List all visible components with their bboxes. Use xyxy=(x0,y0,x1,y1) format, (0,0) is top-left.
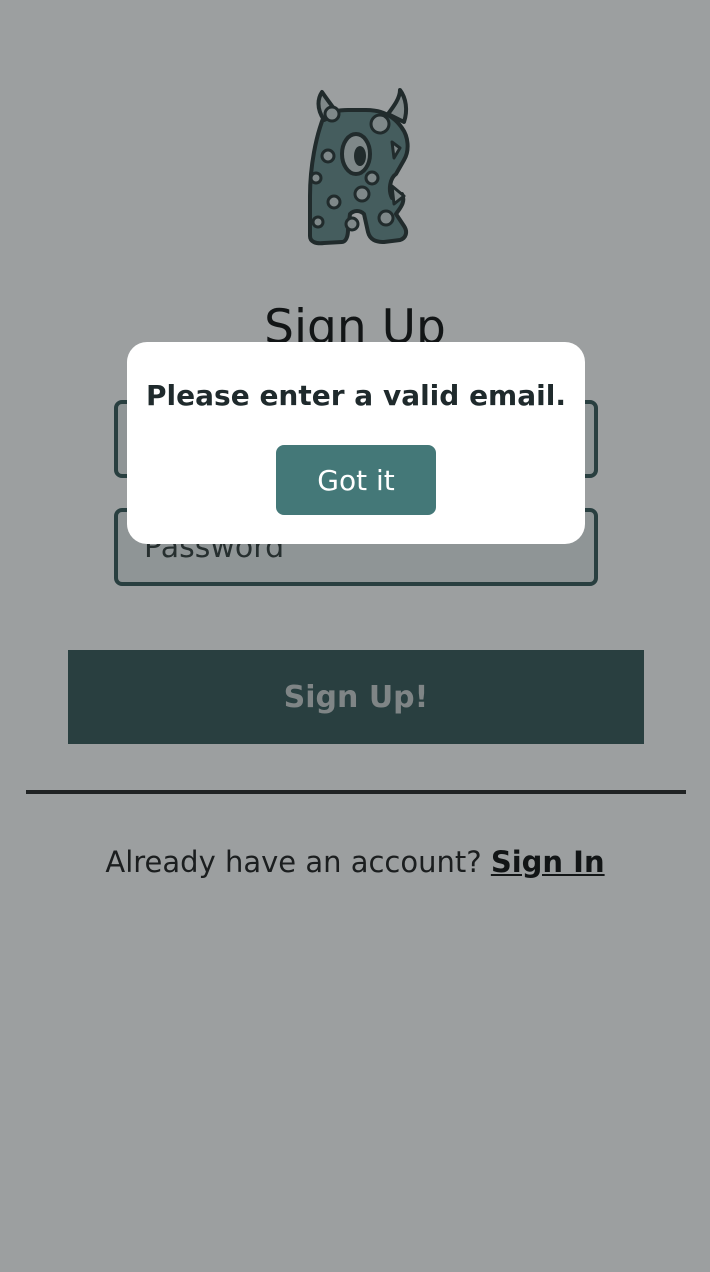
modal-backdrop[interactable] xyxy=(0,0,710,1272)
alert-message: Please enter a valid email. xyxy=(146,379,566,412)
got-it-button[interactable]: Got it xyxy=(276,445,436,515)
alert-dialog: Please enter a valid email. Got it xyxy=(127,342,585,544)
